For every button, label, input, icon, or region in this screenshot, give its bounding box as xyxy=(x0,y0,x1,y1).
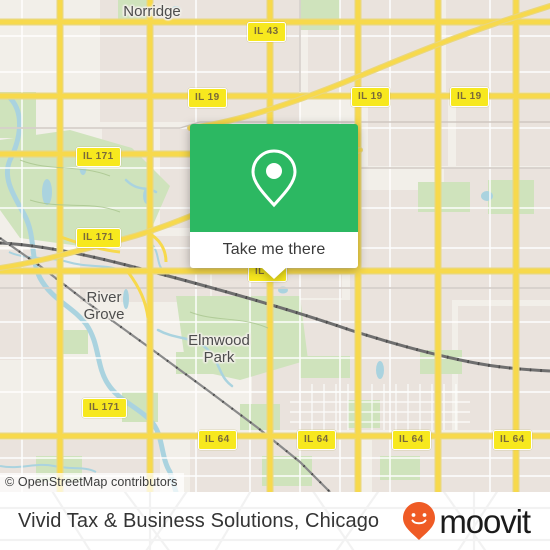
page-title: Vivid Tax & Business Solutions, Chicago xyxy=(18,509,380,532)
highway-shield-il171-lower[interactable]: IL 171 xyxy=(82,398,127,418)
highway-shield-il171-mid[interactable]: IL 171 xyxy=(76,228,121,248)
highway-shield-il64-west[interactable]: IL 64 xyxy=(198,430,237,450)
map-pin-icon xyxy=(251,149,297,208)
highway-shield-il19-mid[interactable]: IL 19 xyxy=(351,87,390,107)
popup-pointer-tail xyxy=(261,267,287,279)
popup-icon-area xyxy=(190,124,358,232)
openstreetmap-attribution[interactable]: © OpenStreetMap contributors xyxy=(0,473,184,492)
highway-shield-il171-upper[interactable]: IL 171 xyxy=(76,147,121,167)
moovit-pin-smiley-icon xyxy=(403,502,436,540)
map-canvas[interactable]: Norridge River Grove Elmwood Park IL 43 … xyxy=(0,0,550,492)
place-label-elmwood-park: Elmwood Park xyxy=(188,332,250,366)
moovit-wordmark: moovit xyxy=(439,502,531,540)
place-label-river-grove: River Grove xyxy=(83,289,125,323)
footer-bar: Vivid Tax & Business Solutions, Chicago … xyxy=(0,492,550,550)
popup-action-area[interactable]: Take me there xyxy=(190,232,358,279)
highway-shield-il64-east[interactable]: IL 64 xyxy=(493,430,532,450)
place-label-norridge: Norridge xyxy=(123,3,181,20)
highway-shield-il64-mideast[interactable]: IL 64 xyxy=(392,430,431,450)
take-me-there-button[interactable]: Take me there xyxy=(223,241,326,259)
highway-shield-il64-midwest[interactable]: IL 64 xyxy=(297,430,336,450)
highway-shield-il19-east[interactable]: IL 19 xyxy=(450,87,489,107)
moovit-logo[interactable]: moovit xyxy=(401,501,531,541)
highway-shield-il19-west[interactable]: IL 19 xyxy=(188,88,227,108)
location-popup-card[interactable]: Take me there xyxy=(190,124,358,279)
highway-shield-il43-north[interactable]: IL 43 xyxy=(247,22,286,42)
